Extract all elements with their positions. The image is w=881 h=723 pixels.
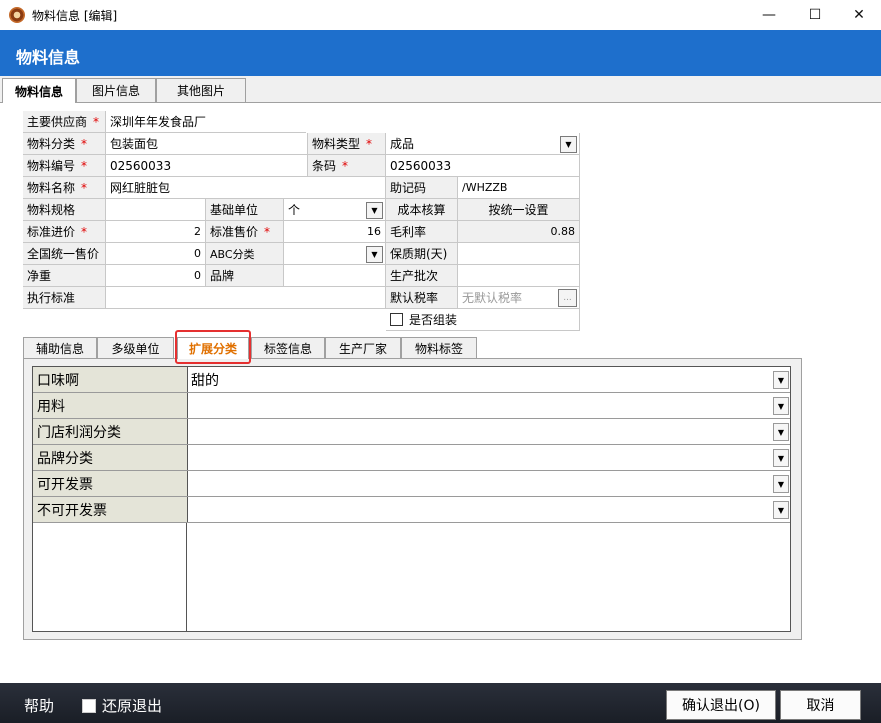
national-price-field[interactable]: 0: [106, 243, 206, 265]
tab-image-info[interactable]: 图片信息: [76, 78, 156, 102]
tab-material-tag[interactable]: 物料标签: [401, 337, 477, 358]
row-value-select[interactable]: 甜的 ▼: [188, 367, 790, 392]
checkbox-icon[interactable]: [82, 698, 96, 713]
table-row: 门店利润分类 ▼: [33, 419, 790, 445]
checkbox-icon[interactable]: [390, 313, 403, 326]
assembly-checkbox[interactable]: 是否组装: [386, 309, 580, 331]
shelf-life-label: 保质期(天): [386, 243, 458, 265]
confirm-exit-button[interactable]: 确认退出(O): [666, 690, 776, 720]
tab-tag-info[interactable]: 标签信息: [251, 337, 325, 358]
base-unit-select[interactable]: 个 ▼: [284, 199, 386, 221]
std-sale-field[interactable]: 16: [284, 221, 386, 243]
restore-exit-checkbox[interactable]: 还原退出: [82, 695, 162, 716]
barcode-label: 条码 *: [308, 155, 386, 177]
std-purchase-label: 标准进价 *: [23, 221, 106, 243]
tax-field[interactable]: 无默认税率...: [458, 287, 580, 309]
brand-label: 品牌: [206, 265, 284, 287]
name-label: 物料名称 *: [23, 177, 106, 199]
standard-field[interactable]: [106, 287, 386, 309]
base-unit-label: 基础单位: [206, 199, 284, 221]
type-label: 物料类型 *: [308, 133, 386, 155]
row-value-select[interactable]: ▼: [188, 393, 790, 418]
row-name: 口味啊: [33, 367, 188, 392]
tab-multi-unit[interactable]: 多级单位: [97, 337, 174, 358]
abc-select[interactable]: ▼: [284, 243, 386, 265]
tab-material-info[interactable]: 物料信息: [2, 78, 76, 103]
ext-grid-rows: 口味啊 甜的 ▼ 用料 ▼ 门店利润分类 ▼ 品牌分类 ▼ 可开发票 ▼ 不可开发…: [33, 367, 790, 523]
category-label: 物料分类 *: [23, 133, 106, 155]
table-row: 可开发票 ▼: [33, 471, 790, 497]
standard-label: 执行标准: [23, 287, 106, 309]
tax-label: 默认税率: [386, 287, 458, 309]
window-title: 物料信息 [编辑]: [32, 9, 118, 23]
chevron-down-icon[interactable]: ▼: [773, 397, 789, 415]
row-name: 用料: [33, 393, 188, 418]
shelf-life-field[interactable]: [458, 243, 580, 265]
chevron-down-icon[interactable]: ▼: [366, 202, 383, 219]
barcode-field[interactable]: 02560033: [386, 155, 580, 177]
table-row: 品牌分类 ▼: [33, 445, 790, 471]
code-field[interactable]: 02560033: [106, 155, 308, 177]
mnemonic-field[interactable]: /WHZZB: [458, 177, 580, 199]
batch-field[interactable]: [458, 265, 580, 287]
tab-manufacturer[interactable]: 生产厂家: [325, 337, 401, 358]
code-label: 物料编号 *: [23, 155, 106, 177]
minimize-button[interactable]: —: [746, 0, 792, 30]
national-price-label: 全国统一售价: [23, 243, 106, 265]
supplier-label: 主要供应商 *: [23, 111, 106, 133]
row-value-select[interactable]: ▼: [188, 497, 790, 522]
table-row: 不可开发票 ▼: [33, 497, 790, 523]
row-value-select[interactable]: ▼: [188, 445, 790, 470]
spec-label: 物料规格: [23, 199, 106, 221]
row-value-select[interactable]: ▼: [188, 471, 790, 496]
tab-aux-info[interactable]: 辅助信息: [23, 337, 97, 358]
margin-label: 毛利率: [386, 221, 458, 243]
cancel-button[interactable]: 取消: [780, 690, 861, 720]
batch-label: 生产批次: [386, 265, 458, 287]
maximize-button[interactable]: ☐: [792, 0, 838, 30]
category-field[interactable]: 包装面包: [106, 133, 308, 155]
page-title: 物料信息: [16, 48, 81, 67]
row-value-select[interactable]: ▼: [188, 419, 790, 444]
net-weight-field[interactable]: 0: [106, 265, 206, 287]
chevron-down-icon[interactable]: ▼: [773, 501, 789, 519]
tab-other-images[interactable]: 其他图片: [156, 78, 246, 102]
type-select[interactable]: 成品 ▼: [386, 133, 580, 155]
abc-label: ABC分类: [206, 243, 284, 265]
chevron-down-icon[interactable]: ▼: [773, 371, 789, 389]
row-name: 品牌分类: [33, 445, 188, 470]
brand-field[interactable]: [284, 265, 386, 287]
row-name: 门店利润分类: [33, 419, 188, 444]
mnemonic-label: 助记码: [386, 177, 458, 199]
net-weight-label: 净重: [23, 265, 106, 287]
spec-field[interactable]: [106, 199, 206, 221]
std-purchase-field[interactable]: 2: [106, 221, 206, 243]
close-button[interactable]: ✕: [836, 0, 881, 30]
row-name: 可开发票: [33, 471, 188, 496]
margin-field: 0.88: [458, 221, 580, 243]
supplier-field[interactable]: 深圳年年发食品厂: [106, 111, 306, 133]
header-bar: [0, 30, 881, 76]
cost-label: 成本核算: [386, 199, 458, 221]
std-sale-label: 标准售价 *: [206, 221, 284, 243]
table-row: 口味啊 甜的 ▼: [33, 367, 790, 393]
chevron-down-icon[interactable]: ▼: [773, 449, 789, 467]
chevron-down-icon[interactable]: ▼: [366, 246, 383, 263]
more-button[interactable]: ...: [558, 289, 577, 307]
chevron-down-icon[interactable]: ▼: [560, 136, 577, 153]
name-field[interactable]: 网红脏脏包: [106, 177, 386, 199]
tab-divider: [0, 102, 881, 103]
table-row: 用料 ▼: [33, 393, 790, 419]
chevron-down-icon[interactable]: ▼: [773, 423, 789, 441]
row-name: 不可开发票: [33, 497, 188, 522]
cost-field[interactable]: 按统一设置: [458, 199, 580, 221]
chevron-down-icon[interactable]: ▼: [773, 475, 789, 493]
help-link[interactable]: 帮助: [24, 695, 54, 716]
app-icon: [9, 7, 25, 23]
tab-highlight: [175, 330, 251, 364]
